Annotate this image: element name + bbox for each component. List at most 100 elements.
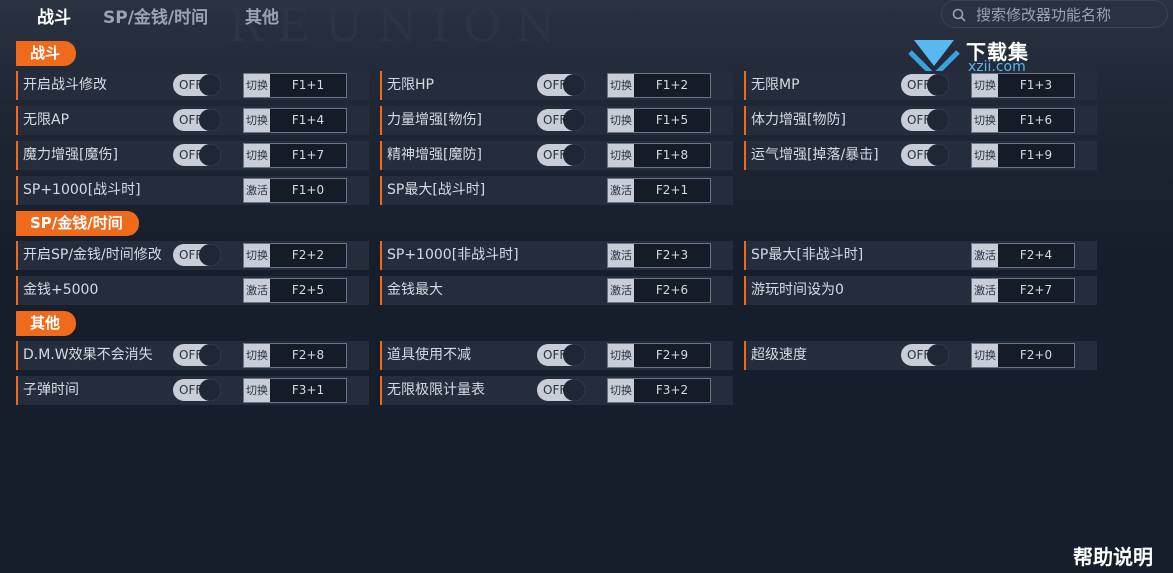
section-header-sp-money-time: SP/金钱/时间 (16, 211, 139, 236)
toggle-knob (927, 144, 949, 166)
hotkey-value: F1+9 (998, 144, 1074, 167)
hotkey-field[interactable]: 切换 F3+1 (243, 378, 347, 403)
hotkey-field[interactable]: 切换 F2+0 (971, 343, 1075, 368)
hotkey-value: F2+2 (270, 244, 346, 267)
hotkey-field[interactable]: 切换 F1+1 (243, 73, 347, 98)
toggle-switch[interactable]: OFF (901, 344, 949, 366)
toggle-switch[interactable]: OFF (173, 344, 221, 366)
help-button[interactable]: 帮助说明 (1073, 541, 1153, 570)
toggle-switch[interactable]: OFF (537, 109, 585, 131)
cheat-row: 力量增强[物伤] OFF 切换 F1+5 (380, 106, 733, 135)
cheat-row: 无限AP OFF 切换 F1+4 (16, 106, 369, 135)
hotkey-field[interactable]: 激活 F1+0 (243, 178, 347, 203)
tab-battle[interactable]: 战斗 (37, 3, 71, 28)
cheat-row: D.M.W效果不会消失 OFF 切换 F2+8 (16, 341, 369, 370)
toggle-switch[interactable]: OFF (173, 244, 221, 266)
hotkey-value: F1+7 (270, 144, 346, 167)
cheat-row: 开启SP/金钱/时间修改 OFF 切换 F2+2 (16, 241, 369, 270)
toggle-switch[interactable]: OFF (537, 74, 585, 96)
search-box[interactable] (941, 0, 1168, 28)
cheat-row: SP+1000[非战斗时] 激活 F2+3 (380, 241, 733, 270)
action-label: 切换 (244, 109, 270, 132)
action-label: 切换 (608, 379, 634, 402)
tab-sp-money-time[interactable]: SP/金钱/时间 (103, 3, 208, 28)
action-label: 切换 (244, 244, 270, 267)
cheat-row: 运气增强[掉落/暴击] OFF 切换 F1+9 (744, 141, 1097, 170)
hotkey-value: F2+6 (634, 279, 710, 302)
cheat-row: 子弹时间 OFF 切换 F3+1 (16, 376, 369, 405)
tab-other[interactable]: 其他 (245, 3, 279, 28)
hotkey-value: F1+0 (270, 179, 346, 202)
cheat-label: SP最大[战斗时] (387, 182, 486, 198)
toggle-switch[interactable]: OFF (901, 74, 949, 96)
cheat-label: SP+1000[非战斗时] (387, 247, 519, 263)
toggle-switch[interactable]: OFF (537, 144, 585, 166)
hotkey-field[interactable]: 切换 F1+3 (971, 73, 1075, 98)
cheat-label: 无限MP (751, 77, 800, 93)
top-navigation: 战斗 SP/金钱/时间 其他 (0, 0, 1173, 30)
action-label: 切换 (608, 144, 634, 167)
cheat-label: 精神增强[魔防] (387, 147, 482, 163)
cheat-row: SP+1000[战斗时] 激活 F1+0 (16, 176, 369, 205)
hotkey-field[interactable]: 切换 F1+4 (243, 108, 347, 133)
hotkey-field[interactable]: 激活 F2+1 (607, 178, 711, 203)
toggle-switch[interactable]: OFF (901, 109, 949, 131)
hotkey-field[interactable]: 切换 F1+9 (971, 143, 1075, 168)
hotkey-field[interactable]: 切换 F1+6 (971, 108, 1075, 133)
cheat-row: 金钱最大 激活 F2+6 (380, 276, 733, 305)
hotkey-field[interactable]: 切换 F1+2 (607, 73, 711, 98)
hotkey-value: F1+2 (634, 74, 710, 97)
hotkey-field[interactable]: 切换 F3+2 (607, 378, 711, 403)
search-input[interactable] (974, 4, 1164, 26)
cheat-label: 游玩时间设为0 (751, 282, 844, 298)
hotkey-field[interactable]: 切换 F1+7 (243, 143, 347, 168)
action-label: 切换 (244, 344, 270, 367)
toggle-knob (199, 144, 221, 166)
hotkey-field[interactable]: 激活 F2+5 (243, 278, 347, 303)
search-icon (952, 8, 966, 22)
cheat-label: 运气增强[掉落/暴击] (751, 147, 879, 163)
toggle-switch[interactable]: OFF (173, 379, 221, 401)
hotkey-field[interactable]: 切换 F1+5 (607, 108, 711, 133)
cheat-label: 无限极限计量表 (387, 382, 485, 398)
action-label: 激活 (608, 244, 634, 267)
cheat-row: 魔力增强[魔伤] OFF 切换 F1+7 (16, 141, 369, 170)
cheat-label: 力量增强[物伤] (387, 112, 482, 128)
hotkey-field[interactable]: 激活 F2+4 (971, 243, 1075, 268)
cheat-label: 超级速度 (751, 347, 807, 363)
cheat-label: 金钱最大 (387, 282, 443, 298)
cheat-label: 开启战斗修改 (23, 77, 107, 93)
toggle-switch[interactable]: OFF (537, 344, 585, 366)
toggle-knob (563, 109, 585, 131)
cheat-label: 魔力增强[魔伤] (23, 147, 118, 163)
action-label: 切换 (972, 344, 998, 367)
cheat-row: 超级速度 OFF 切换 F2+0 (744, 341, 1097, 370)
cheat-label: SP+1000[战斗时] (23, 182, 141, 198)
toggle-switch[interactable]: OFF (173, 109, 221, 131)
toggle-switch[interactable]: OFF (173, 74, 221, 96)
hotkey-field[interactable]: 切换 F2+8 (243, 343, 347, 368)
hotkey-field[interactable]: 切换 F1+8 (607, 143, 711, 168)
action-label: 切换 (972, 74, 998, 97)
toggle-switch[interactable]: OFF (537, 379, 585, 401)
cheat-label: 体力增强[物防] (751, 112, 846, 128)
hotkey-field[interactable]: 激活 F2+6 (607, 278, 711, 303)
cheat-label: 道具使用不减 (387, 347, 471, 363)
hotkey-value: F2+5 (270, 279, 346, 302)
toggle-knob (927, 109, 949, 131)
hotkey-field[interactable]: 切换 F2+2 (243, 243, 347, 268)
hotkey-value: F1+8 (634, 144, 710, 167)
cheat-row: 体力增强[物防] OFF 切换 F1+6 (744, 106, 1097, 135)
toggle-knob (563, 144, 585, 166)
toggle-switch[interactable]: OFF (901, 144, 949, 166)
hotkey-value: F3+1 (270, 379, 346, 402)
hotkey-field[interactable]: 激活 F2+3 (607, 243, 711, 268)
hotkey-field[interactable]: 激活 F2+7 (971, 278, 1075, 303)
cheat-row: 无限HP OFF 切换 F1+2 (380, 71, 733, 100)
action-label: 切换 (972, 144, 998, 167)
toggle-switch[interactable]: OFF (173, 144, 221, 166)
cheat-row: 道具使用不减 OFF 切换 F2+9 (380, 341, 733, 370)
hotkey-value: F2+3 (634, 244, 710, 267)
toggle-knob (563, 344, 585, 366)
hotkey-field[interactable]: 切换 F2+9 (607, 343, 711, 368)
